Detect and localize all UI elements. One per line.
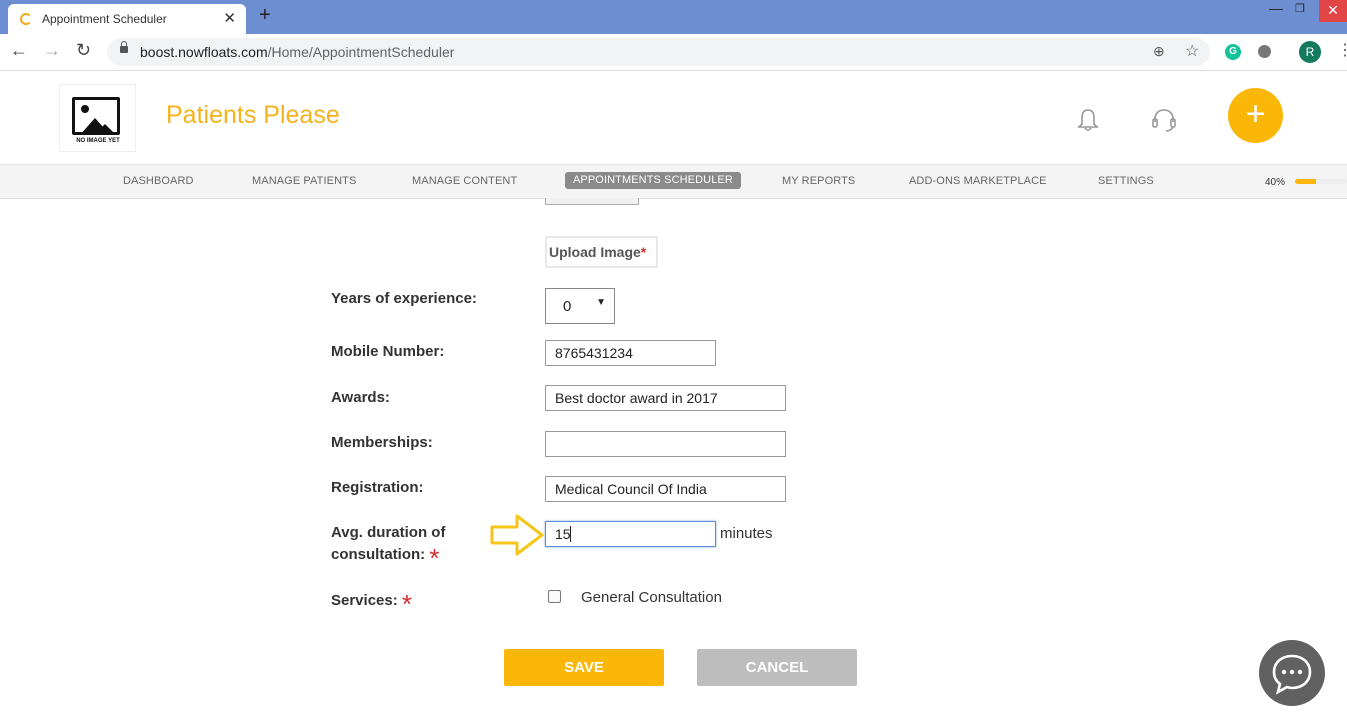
experience-label: Years of experience: bbox=[331, 290, 477, 307]
service-option-label[interactable]: General Consultation bbox=[581, 589, 722, 606]
browser-toolbar: ← → ↻ boost.nowfloats.com/Home/Appointme… bbox=[0, 34, 1347, 71]
extension-icon[interactable] bbox=[1258, 45, 1271, 58]
new-tab-icon[interactable]: + bbox=[259, 4, 271, 27]
file-hint-partial bbox=[645, 192, 785, 200]
nav-item-settings[interactable]: SETTINGS bbox=[1098, 175, 1154, 187]
profile-avatar[interactable]: R bbox=[1299, 41, 1321, 63]
logo-caption: NO IMAGE YET bbox=[76, 138, 120, 144]
experience-value: 0 bbox=[563, 298, 572, 315]
mobile-number-input[interactable] bbox=[545, 340, 716, 366]
add-button[interactable]: + bbox=[1228, 88, 1283, 143]
mobile-label: Mobile Number: bbox=[331, 343, 445, 360]
business-logo: NO IMAGE YET bbox=[59, 84, 136, 152]
browser-menu-icon[interactable]: ⋮ bbox=[1337, 40, 1347, 60]
profile-progress-text: 40% bbox=[1265, 177, 1286, 188]
chat-icon bbox=[1272, 654, 1312, 695]
awards-label: Awards: bbox=[331, 389, 390, 406]
reload-icon[interactable]: ↻ bbox=[76, 40, 91, 61]
nav-item-manage-content[interactable]: MANAGE CONTENT bbox=[412, 175, 517, 187]
save-button[interactable]: SAVE bbox=[504, 649, 664, 686]
grammarly-extension-icon[interactable]: G bbox=[1225, 44, 1241, 60]
profile-progress-bar bbox=[1295, 179, 1347, 184]
profile-progress-fill bbox=[1295, 179, 1316, 184]
memberships-input[interactable] bbox=[545, 431, 786, 457]
lock-icon bbox=[120, 41, 128, 53]
nav-item-dashboard[interactable]: DASHBOARD bbox=[123, 175, 194, 187]
image-placeholder-icon bbox=[72, 97, 120, 135]
bell-icon[interactable] bbox=[1077, 108, 1099, 132]
duration-unit: minutes bbox=[720, 525, 773, 542]
upload-image-button[interactable]: Upload Image* bbox=[545, 236, 659, 268]
url-text: boost.nowfloats.com/Home/AppointmentSche… bbox=[140, 44, 455, 60]
nav-item-add-ons-marketplace[interactable]: ADD-ONS MARKETPLACE bbox=[909, 175, 1047, 187]
cancel-button[interactable]: CANCEL bbox=[697, 649, 857, 686]
required-asterisk: * bbox=[640, 244, 647, 260]
registration-label: Registration: bbox=[331, 479, 424, 496]
duration-label: Avg. duration of consultation: * bbox=[331, 524, 446, 573]
text-cursor bbox=[570, 526, 571, 542]
chat-widget-button[interactable] bbox=[1259, 640, 1325, 706]
forward-arrow-icon[interactable]: → bbox=[43, 40, 61, 61]
registration-input[interactable] bbox=[545, 476, 786, 502]
awards-input[interactable] bbox=[545, 385, 786, 411]
dropdown-caret-icon: ▼ bbox=[596, 297, 606, 308]
browser-tab[interactable]: Appointment Scheduler ✕ bbox=[8, 4, 246, 34]
window-minimize-icon[interactable]: — bbox=[1269, 0, 1283, 16]
address-bar[interactable]: boost.nowfloats.com/Home/AppointmentSche… bbox=[107, 38, 1210, 66]
choose-file-button-partial[interactable] bbox=[545, 198, 639, 205]
tab-close-icon[interactable]: ✕ bbox=[223, 9, 236, 27]
nav-item-my-reports[interactable]: MY REPORTS bbox=[782, 175, 855, 187]
back-arrow-icon[interactable]: ← bbox=[10, 40, 28, 61]
browser-tab-bar: Appointment Scheduler ✕ + — ❐ ✕ bbox=[0, 0, 1347, 34]
site-favicon-icon bbox=[20, 13, 32, 25]
memberships-label: Memberships: bbox=[331, 434, 433, 451]
window-close-icon[interactable]: ✕ bbox=[1319, 0, 1347, 22]
required-asterisk: * bbox=[429, 543, 440, 573]
required-asterisk: * bbox=[401, 589, 413, 619]
support-headset-icon[interactable] bbox=[1151, 108, 1177, 132]
pointing-arrow-icon bbox=[490, 514, 544, 556]
business-name: Patients Please bbox=[166, 101, 340, 129]
app-header: NO IMAGE YET Patients Please + bbox=[0, 71, 1347, 165]
services-label: Services: * bbox=[331, 589, 413, 619]
zoom-icon[interactable]: ⊕ bbox=[1153, 43, 1165, 60]
nav-item-manage-patients[interactable]: MANAGE PATIENTS bbox=[252, 175, 356, 187]
nav-item-appointments-scheduler[interactable]: APPOINTMENTS SCHEDULER bbox=[565, 172, 741, 189]
experience-select[interactable]: 0 ▼ bbox=[545, 288, 615, 324]
window-restore-icon[interactable]: ❐ bbox=[1295, 2, 1309, 16]
bookmark-star-icon[interactable]: ☆ bbox=[1185, 41, 1199, 61]
service-checkbox[interactable] bbox=[548, 590, 561, 603]
tab-title: Appointment Scheduler bbox=[42, 12, 167, 26]
